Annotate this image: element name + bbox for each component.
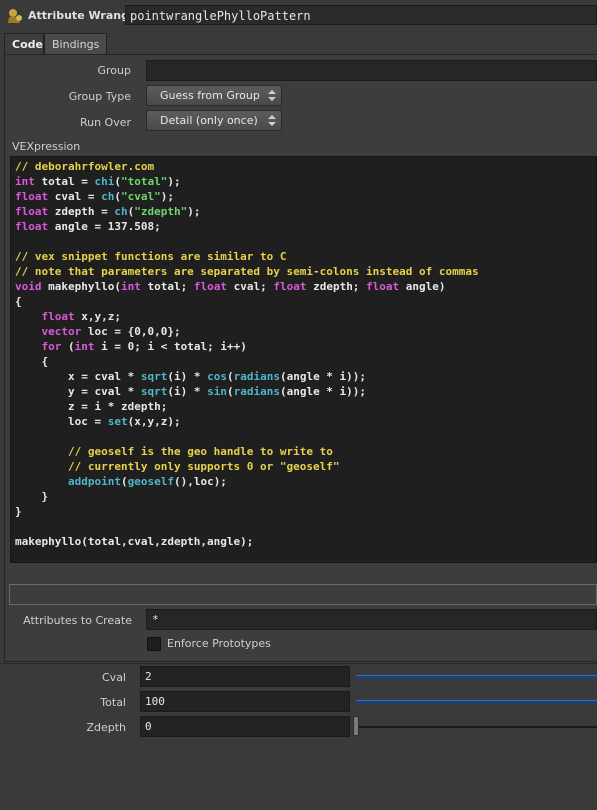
zdepth-slider-track[interactable] bbox=[359, 726, 597, 728]
wrangle-node-icon bbox=[8, 9, 22, 23]
cval-input[interactable]: 2 bbox=[140, 666, 350, 687]
expression-field[interactable] bbox=[9, 584, 597, 605]
chevron-updown-icon bbox=[268, 115, 276, 126]
zdepth-input[interactable]: 0 bbox=[140, 716, 350, 737]
enforce-prototypes-label: Enforce Prototypes bbox=[167, 637, 271, 650]
code-text: // deborahrfowler.com int total = chi("t… bbox=[15, 160, 479, 548]
node-type-label: Attribute Wrangle bbox=[28, 9, 141, 22]
separator bbox=[0, 663, 597, 664]
run-over-dropdown[interactable]: Detail (only once) bbox=[146, 110, 282, 131]
zdepth-slider-handle[interactable] bbox=[353, 716, 359, 736]
node-name-field[interactable]: pointwranglePhylloPattern bbox=[125, 5, 597, 25]
vexpression-label: VEXpression bbox=[12, 140, 81, 153]
tab-code[interactable]: Code bbox=[4, 33, 44, 55]
editor-resize-handle[interactable] bbox=[10, 563, 597, 577]
group-type-label: Group Type bbox=[68, 90, 131, 103]
attributes-to-create-input[interactable]: * bbox=[146, 609, 597, 630]
vex-code-editor[interactable]: // deborahrfowler.com int total = chi("t… bbox=[10, 156, 597, 563]
run-over-label: Run Over bbox=[79, 116, 131, 129]
group-type-dropdown[interactable]: Guess from Group bbox=[146, 85, 282, 106]
run-over-value: Detail (only once) bbox=[160, 114, 258, 127]
total-slider[interactable] bbox=[356, 700, 597, 704]
cval-slider[interactable] bbox=[356, 675, 597, 679]
group-label: Group bbox=[97, 64, 132, 77]
chevron-updown-icon bbox=[268, 90, 276, 101]
enforce-prototypes-checkbox[interactable] bbox=[147, 637, 161, 651]
attributes-to-create-label: Attributes to Create bbox=[23, 614, 132, 627]
parameter-header: Attribute Wrangle pointwranglePhylloPatt… bbox=[0, 0, 597, 32]
group-type-value: Guess from Group bbox=[160, 89, 260, 102]
zdepth-label: Zdepth bbox=[86, 721, 126, 734]
group-input[interactable] bbox=[146, 60, 597, 81]
total-input[interactable]: 100 bbox=[140, 691, 350, 712]
cval-label: Cval bbox=[102, 671, 126, 684]
total-label: Total bbox=[100, 696, 126, 709]
tab-bindings[interactable]: Bindings bbox=[44, 33, 107, 55]
